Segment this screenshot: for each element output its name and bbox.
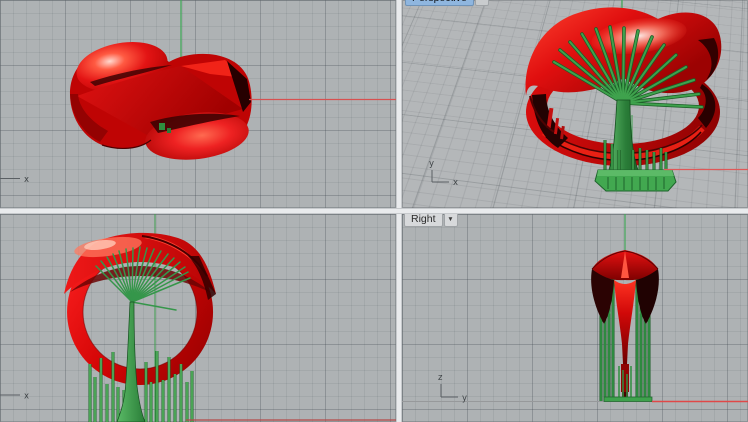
axis-indicator: y x: [429, 159, 458, 188]
viewport-title-right[interactable]: Right ▼: [404, 214, 458, 227]
viewport-right-view[interactable]: z y Right ▼: [402, 214, 748, 422]
viewport-title-text[interactable]: Right: [404, 214, 443, 227]
viewport-title-text[interactable]: Perspective: [405, 0, 474, 6]
front-view-canvas: x: [0, 214, 396, 422]
cad-four-viewport-window: x: [0, 0, 748, 422]
support-base: [604, 397, 652, 402]
axis-indicator: x: [0, 175, 29, 185]
top-view-canvas: x: [0, 0, 396, 208]
viewport-title-perspective[interactable]: Perspective ▼: [405, 0, 489, 6]
support-glimpse: [167, 128, 171, 133]
viewport-front-view[interactable]: x: [0, 214, 396, 422]
axis-y-label: y: [462, 394, 467, 404]
axis-z-label: z: [438, 373, 443, 383]
ring-model-front-view[interactable]: [64, 233, 216, 385]
chevron-down-icon[interactable]: ▼: [444, 214, 458, 227]
axis-y-label: y: [429, 159, 434, 169]
axis-x-label: x: [24, 392, 29, 402]
axis-indicator: z y: [438, 373, 467, 404]
perspective-canvas: y x: [402, 0, 748, 208]
viewport-top-view[interactable]: x: [0, 0, 396, 208]
axis-x-label: x: [453, 178, 458, 188]
axis-x-label: x: [24, 175, 29, 185]
axis-indicator: x: [0, 392, 29, 402]
right-view-canvas: z y: [402, 214, 748, 422]
chevron-down-icon[interactable]: ▼: [475, 0, 489, 6]
viewport-perspective[interactable]: y x Perspective ▼: [402, 0, 748, 208]
support-glimpse: [159, 123, 165, 130]
ring-model-top-view[interactable]: [70, 35, 252, 165]
support-trunk: [117, 302, 145, 422]
